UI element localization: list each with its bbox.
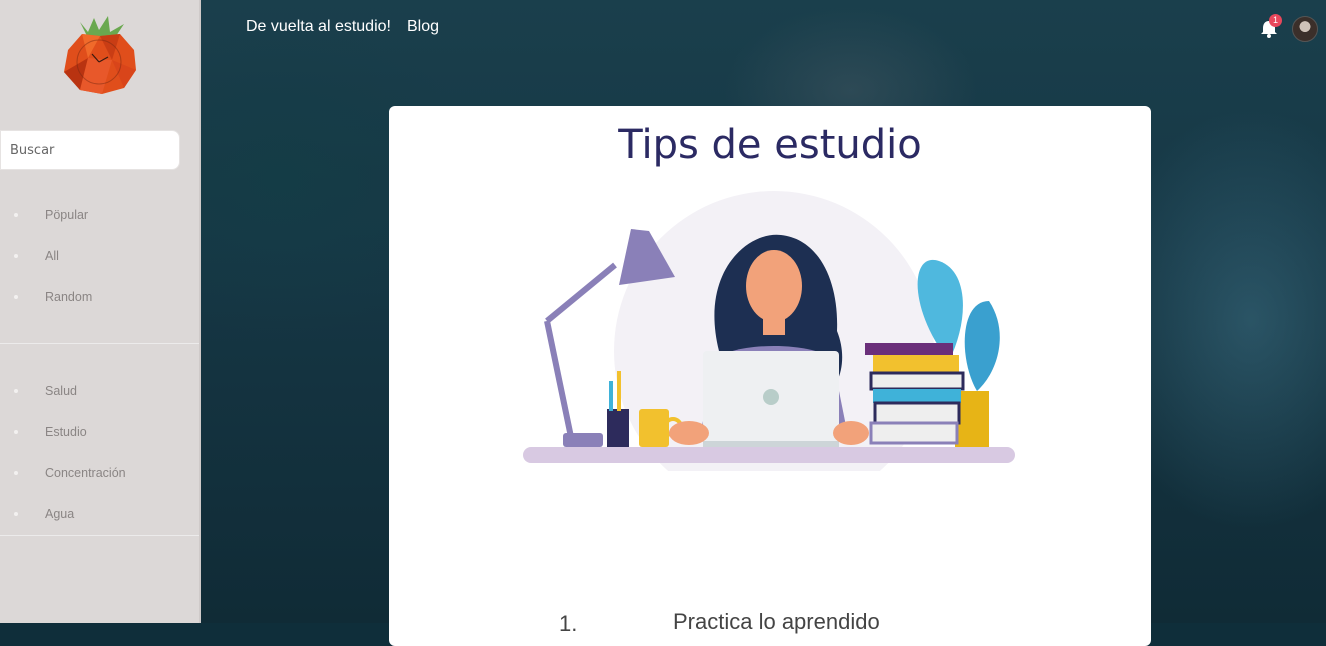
tomato-clock-logo-icon[interactable] <box>58 10 140 96</box>
nav-item-popular[interactable]: Pöpular <box>0 194 199 235</box>
sidebar-divider <box>0 343 199 344</box>
nav-item-concentracion[interactable]: Concentración <box>0 452 199 493</box>
nav-item-label: Estudio <box>45 424 87 439</box>
nav-link-blog[interactable]: Blog <box>407 18 439 36</box>
nav-item-label: Agua <box>45 506 75 521</box>
bullet-icon <box>14 429 18 434</box>
bullet-icon <box>14 253 18 258</box>
nav-item-label: All <box>45 248 59 263</box>
top-nav: De vuelta al estudio! Blog <box>246 18 439 36</box>
bullet-icon <box>14 294 18 299</box>
bullet-icon <box>14 511 18 516</box>
search-input[interactable] <box>0 130 180 170</box>
bullet-icon <box>14 470 18 475</box>
nav-item-label: Salud <box>45 383 77 398</box>
nav-item-all[interactable]: All <box>0 235 199 276</box>
content-card: Tips de estudio 1. Practica lo aprendido <box>389 106 1151 646</box>
sidebar-divider <box>0 535 199 536</box>
nav-item-label: Random <box>45 289 93 304</box>
nav-item-label: Concentración <box>45 465 126 480</box>
notification-badge: 1 <box>1269 14 1282 27</box>
study-illustration-image <box>523 191 1015 471</box>
bullet-icon <box>14 388 18 393</box>
nav-item-salud[interactable]: Salud <box>0 370 199 411</box>
nav-item-label: Pöpular <box>45 207 89 222</box>
primary-nav: Pöpular All Random <box>0 194 199 317</box>
nav-item-estudio[interactable]: Estudio <box>0 411 199 452</box>
user-avatar[interactable] <box>1292 16 1318 42</box>
tip-title: Practica lo aprendido <box>673 609 880 634</box>
nav-item-random[interactable]: Random <box>0 276 199 317</box>
nav-link-de-vuelta[interactable]: De vuelta al estudio! <box>246 18 391 36</box>
nav-item-agua[interactable]: Agua <box>0 493 199 534</box>
sidebar: Pöpular All Random Salud Estudio Concent… <box>0 0 201 623</box>
tip-number: 1. <box>559 611 578 636</box>
page-title: Tips de estudio <box>618 122 922 168</box>
category-nav: Salud Estudio Concentración Agua <box>0 370 199 534</box>
bullet-icon <box>14 212 18 217</box>
